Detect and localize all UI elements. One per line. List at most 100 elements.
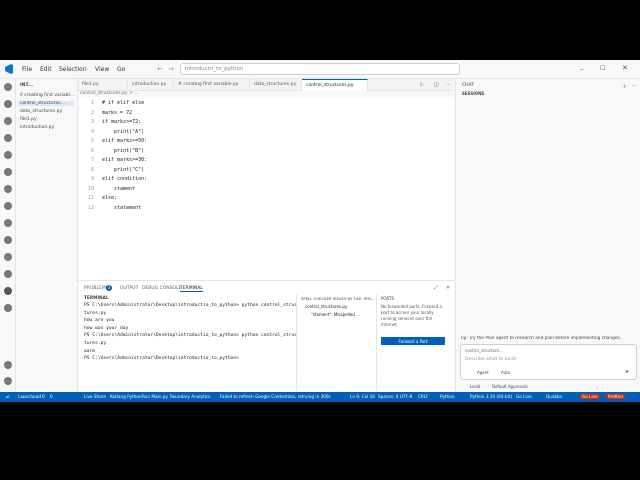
menu-file[interactable]: File [22, 66, 32, 73]
status-go-live[interactable]: Go Live [516, 394, 532, 399]
status-interpreter[interactable]: Python 3.10 (64-bit) [470, 394, 512, 399]
status-warning-message[interactable]: Failed to refresh Google Credentials, re… [220, 394, 331, 399]
close-window-icon[interactable]: ✕ [622, 64, 628, 72]
spell-issue-item[interactable]: "stament": Misspelled ... [311, 312, 360, 317]
command-center-input[interactable]: introducto_to_python [180, 63, 460, 75]
file-item[interactable]: if creating first variabl... [20, 93, 74, 98]
status-go-live-2[interactable]: Go Live [580, 394, 600, 399]
back-arrow-icon[interactable]: ← [157, 65, 163, 73]
status-run-main[interactable]: Run Main.py [142, 394, 168, 399]
tab-problems[interactable]: PROBLEMS [84, 286, 109, 291]
status-live-share[interactable]: Live Share [84, 394, 106, 399]
approvals-dropdown[interactable]: Default Approvals [492, 384, 528, 389]
file-item[interactable]: file1.py [20, 117, 37, 122]
chat-more-icon[interactable]: ⋯ [632, 83, 637, 89]
account-icon[interactable] [4, 361, 12, 369]
code-line[interactable]: elif marks>=30: [102, 157, 147, 163]
code-line[interactable]: else: [102, 195, 117, 201]
line-number: 7 [90, 157, 94, 163]
search-icon[interactable] [4, 100, 12, 108]
code-line[interactable]: # if elif else [102, 100, 144, 106]
line-number: 2 [90, 109, 94, 116]
status-warnings[interactable]: 0 [50, 394, 53, 399]
menu-view[interactable]: View [95, 66, 109, 73]
tab-file1[interactable]: file1.py [78, 79, 128, 91]
testing-icon[interactable] [4, 185, 12, 193]
explorer-icon[interactable] [4, 83, 12, 91]
remote-indicator-icon[interactable]: ⇌ [6, 394, 10, 399]
status-encoding[interactable]: UTF-8 [400, 394, 412, 399]
extension-pack-icon[interactable] [4, 304, 12, 312]
forward-port-button[interactable]: Forward a Port [381, 337, 445, 345]
ports-header: PORTS [381, 296, 395, 301]
send-icon[interactable]: ➤ [625, 369, 629, 375]
tab-data-structures[interactable]: data_structures.py [250, 79, 302, 91]
tab-introduction[interactable]: introduction.py [128, 79, 174, 91]
status-cursor-position[interactable]: Ln 9, Col 16 [350, 394, 375, 399]
model-dropdown[interactable]: Auto [501, 370, 510, 375]
code-line[interactable]: print("C") [102, 167, 144, 173]
new-chat-icon[interactable]: ＋ [622, 83, 627, 90]
manage-gear-icon[interactable] [4, 377, 12, 385]
file-item[interactable]: data_structures.py [20, 109, 62, 114]
tab-terminal[interactable]: TERMINAL [180, 286, 203, 292]
breadcrumb[interactable]: control_structures.py > ... [80, 91, 139, 96]
terminal-line: how was your day [84, 325, 129, 331]
minimize-icon[interactable]: – [580, 65, 584, 73]
file-item[interactable]: introduction.py [20, 125, 54, 130]
code-line[interactable]: statement [102, 205, 141, 211]
code-line[interactable]: marks = 72 [102, 110, 132, 116]
chat-title: CHAT [462, 83, 475, 88]
file-icon[interactable] [4, 287, 12, 295]
tab-creating-first-variable[interactable]: # creating first variable.py [174, 79, 250, 91]
docker-icon[interactable] [4, 236, 12, 244]
remote-explorer-icon[interactable] [4, 168, 12, 176]
local-dropdown[interactable]: Local [470, 384, 480, 389]
chat-panel: CHAT SESSIONS ＋ ⋯ Tip: Try the Plan agen… [455, 79, 640, 392]
menu-edit[interactable]: Edit [40, 66, 52, 73]
status-analytics[interactable]: Roundary Analytics [170, 394, 210, 399]
source-control-icon[interactable] [4, 117, 12, 125]
code-editor[interactable]: 1 # if elif else 2 marks = 72 3 if marks>=72:… [78, 97, 454, 280]
copilot-icon[interactable] [4, 219, 12, 227]
chat-input-box[interactable]: control_structure... Describe what to bu… [460, 344, 637, 380]
terminal-output[interactable]: PS C:\Users\Administrator\Desktop\introd… [78, 303, 297, 391]
close-panel-icon[interactable]: ✕ [446, 285, 450, 291]
status-kotlang[interactable]: Kotlang Python [110, 394, 142, 399]
code-line[interactable]: elif marks>=50: [102, 138, 147, 144]
code-line[interactable]: if marks>=72: [102, 119, 141, 125]
run-python-icon[interactable]: ▷ [420, 82, 424, 88]
database-icon[interactable] [4, 270, 12, 278]
status-launchpad[interactable]: Launchpad [18, 394, 41, 399]
menu-go[interactable]: Go [117, 66, 125, 73]
terminal-line: tures.py [84, 341, 107, 346]
run-debug-icon[interactable] [4, 134, 12, 142]
status-prettier[interactable]: Prettier [606, 394, 626, 399]
forward-arrow-icon[interactable]: → [168, 65, 174, 73]
extensions-icon[interactable] [4, 151, 12, 159]
context-chip[interactable]: control_structure... [465, 348, 503, 353]
menu-selection[interactable]: Selection [59, 66, 87, 73]
status-quokka[interactable]: Quokka [546, 394, 562, 399]
github-icon[interactable] [4, 202, 12, 210]
tab-output[interactable]: OUTPUT [120, 286, 138, 291]
maximize-panel-icon[interactable]: ⤢ [434, 285, 438, 291]
tab-control-structures[interactable]: control_structures.py [302, 79, 368, 91]
tab-label: data_structures.py [254, 82, 297, 87]
status-errors[interactable]: 0 [42, 394, 45, 399]
agent-mode-dropdown[interactable]: Agent [477, 370, 489, 375]
code-line[interactable]: elif condition: [102, 176, 147, 182]
split-editor-icon[interactable]: ◫ [434, 82, 439, 88]
tab-debug-console[interactable]: DEBUG CONSOLE [142, 286, 181, 291]
code-line[interactable]: print("B") [102, 148, 144, 154]
code-line[interactable]: print("A") [102, 129, 144, 135]
status-language[interactable]: Python [440, 394, 455, 399]
live-share-icon[interactable] [4, 253, 12, 261]
maximize-icon[interactable]: ☐ [600, 65, 605, 72]
spell-file-item[interactable]: control_structures.py [305, 304, 347, 309]
status-indentation[interactable]: Spaces: 4 [378, 394, 398, 399]
status-line-ending[interactable]: CRLF [418, 394, 429, 399]
more-actions-icon[interactable]: ⋯ [446, 82, 451, 88]
code-line[interactable]: stament [102, 186, 135, 192]
file-item-active[interactable]: control_structures... [18, 101, 74, 106]
